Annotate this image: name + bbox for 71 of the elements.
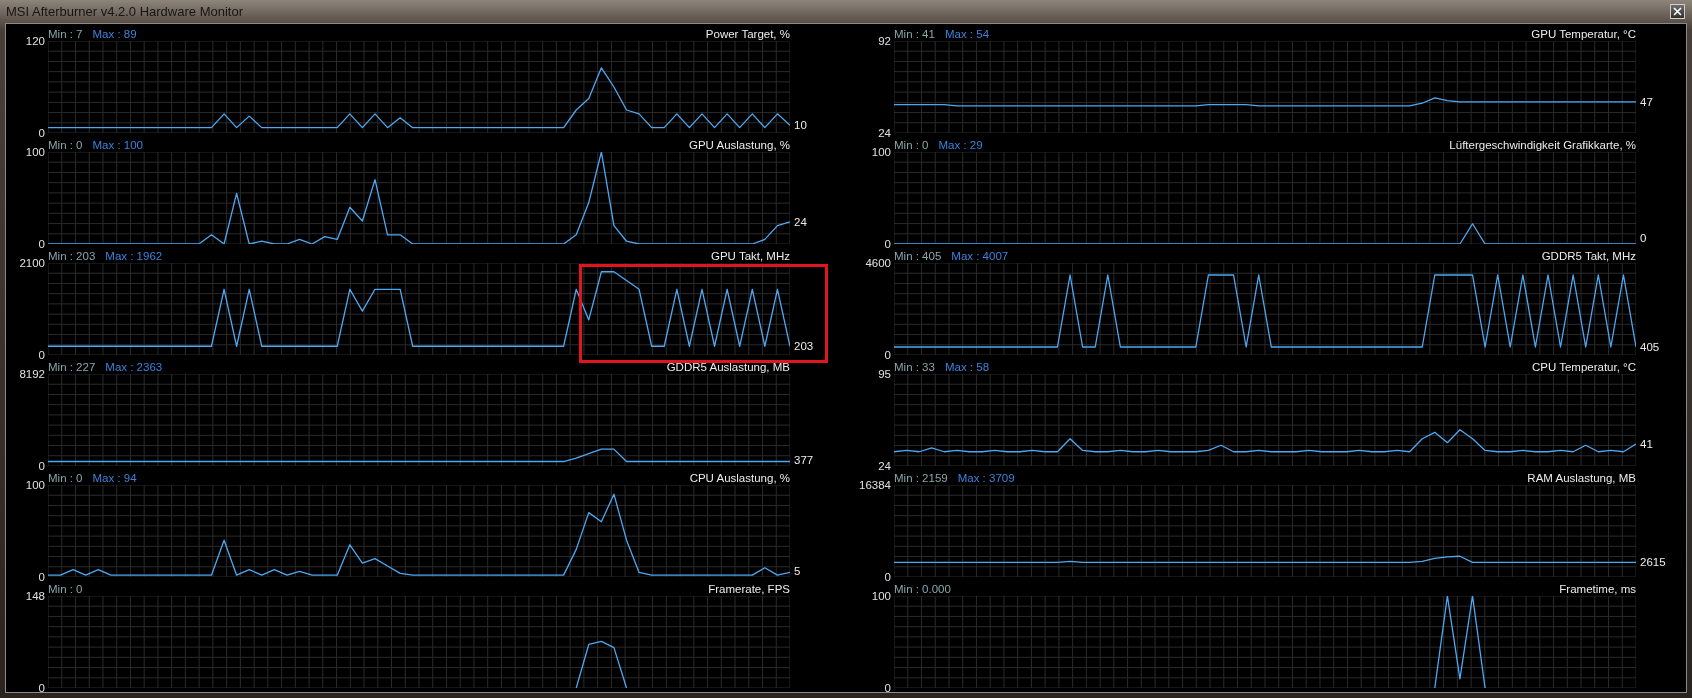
axis-label: 16384 (859, 479, 891, 491)
min-value: Min : 203 (48, 249, 96, 262)
axis-label: 24 (878, 127, 891, 139)
current-value: 405 (1640, 341, 1660, 353)
graph-title: CPU Temperatur, °C (1531, 360, 1636, 373)
axis-label: 0 (38, 349, 45, 361)
min-value: Min : 405 (894, 249, 942, 262)
max-value: Max : 54 (944, 27, 990, 40)
graph-title: Framerate, FPS (708, 582, 790, 595)
axis-label: 4600 (865, 257, 891, 269)
min-value: Min : 0 (48, 471, 83, 484)
min-value: Min : 41 (894, 27, 935, 40)
axis-label: 0 (38, 238, 45, 250)
axis-label: 0 (884, 682, 891, 694)
axis-label: 100 (25, 479, 45, 491)
current-value: 24 (794, 215, 807, 228)
current-value: 10 (794, 119, 807, 132)
axis-label: 2100 (19, 257, 45, 269)
graph-title: GPU Auslastung, % (689, 138, 790, 151)
max-value: Max : 94 (92, 471, 137, 484)
graph-title: CPU Auslastung, % (689, 471, 790, 484)
current-value: 47 (1640, 95, 1653, 108)
close-icon (1673, 7, 1682, 16)
axis-label: 24 (878, 460, 891, 472)
max-value: Max : 58 (944, 360, 990, 373)
max-value: Max : 100 (92, 138, 143, 151)
current-value: 0 (1640, 232, 1647, 245)
graph-title: Power Target, % (705, 27, 790, 40)
axis-label: 92 (878, 35, 891, 47)
axis-label: 0 (38, 460, 45, 472)
axis-label: 100 (871, 590, 891, 602)
current-value: 2615 (1640, 556, 1666, 569)
min-value: Min : 0 (894, 138, 929, 151)
graph-title: GDDR5 Auslastung, MB (666, 360, 790, 373)
close-button[interactable] (1670, 4, 1685, 19)
axis-label: 100 (871, 146, 891, 158)
window-title: MSI Afterburner v4.2.0 Hardware Monitor (6, 4, 243, 19)
current-value: 5 (794, 565, 801, 578)
max-value: Max : 1962 (105, 249, 163, 262)
axis-label: 0 (884, 571, 891, 583)
graph-title: GDDR5 Takt, MHz (1541, 249, 1636, 262)
axis-label: 0 (38, 682, 45, 694)
graph-title: GPU Temperatur, °C (1531, 27, 1636, 40)
max-value: Max : 3709 (957, 471, 1015, 484)
axis-label: 0 (38, 127, 45, 139)
axis-label: 120 (25, 35, 45, 47)
graph-title: GPU Takt, MHz (710, 249, 790, 262)
min-value: Min : 2159 (894, 471, 948, 484)
max-value: Max : 2363 (105, 360, 163, 373)
current-value: 203 (794, 340, 814, 353)
min-value: Min : 33 (894, 360, 935, 373)
min-value: Min : 0 (48, 582, 83, 595)
axis-label: 95 (878, 368, 891, 380)
axis-label: 0 (884, 349, 891, 361)
max-value: Max : 89 (92, 27, 137, 40)
max-value: Max : 29 (938, 138, 983, 151)
axis-label: 0 (38, 571, 45, 583)
axis-label: 8192 (19, 368, 45, 380)
graph-title: Lüftergeschwindigkeit Grafikkarte, % (1449, 138, 1636, 151)
axis-label: 0 (884, 238, 891, 250)
axis-label: 100 (25, 146, 45, 158)
graph-title: Frametime, ms (1559, 582, 1636, 595)
current-value: 377 (794, 454, 814, 467)
min-value: Min : 227 (48, 360, 96, 373)
min-value: Min : 0.000 (894, 582, 951, 595)
axis-label: 148 (25, 590, 45, 602)
graph-title: RAM Auslastung, MB (1527, 471, 1636, 484)
current-value: 41 (1640, 437, 1653, 450)
max-value: Max : 4007 (951, 249, 1009, 262)
min-value: Min : 0 (48, 138, 83, 151)
min-value: Min : 7 (48, 27, 83, 40)
